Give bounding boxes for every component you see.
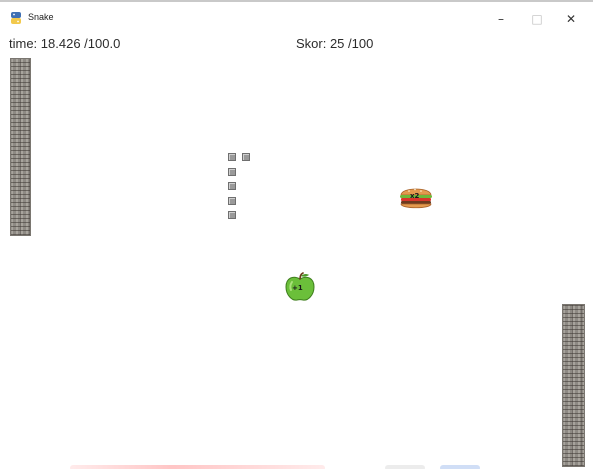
time-counter: time: 18.426 /100.0 — [9, 36, 121, 51]
snake-segment — [228, 211, 236, 219]
blurred-taskbar-segment — [70, 465, 325, 469]
snake-segment — [228, 153, 236, 161]
apple-bonus-label: +1 — [292, 284, 303, 292]
game-window: Snake – □ ✕ time: 18.426 /100.0 Skor: 25… — [0, 0, 593, 469]
blurred-taskbar-segment — [385, 465, 425, 469]
title-bar[interactable]: Snake – □ ✕ — [0, 4, 593, 32]
right-wall — [562, 304, 585, 467]
blurred-taskbar-segment — [440, 465, 480, 469]
left-wall — [10, 58, 31, 236]
minimize-button[interactable]: – — [484, 8, 518, 30]
snake-segment — [228, 168, 236, 176]
score-counter: Skor: 25 /100 — [296, 36, 374, 51]
python-snake-icon — [11, 12, 21, 24]
snake-segment — [228, 197, 236, 205]
maximize-button[interactable]: □ — [520, 8, 554, 30]
minimize-icon: – — [498, 12, 504, 26]
burger-multiplier-label: x2 — [410, 192, 420, 200]
snake-segment — [228, 182, 236, 190]
close-icon: ✕ — [565, 12, 577, 26]
maximize-icon: □ — [531, 12, 543, 26]
close-button[interactable]: ✕ — [554, 8, 588, 30]
snake-head — [242, 153, 250, 161]
window-title: Snake — [28, 12, 54, 22]
